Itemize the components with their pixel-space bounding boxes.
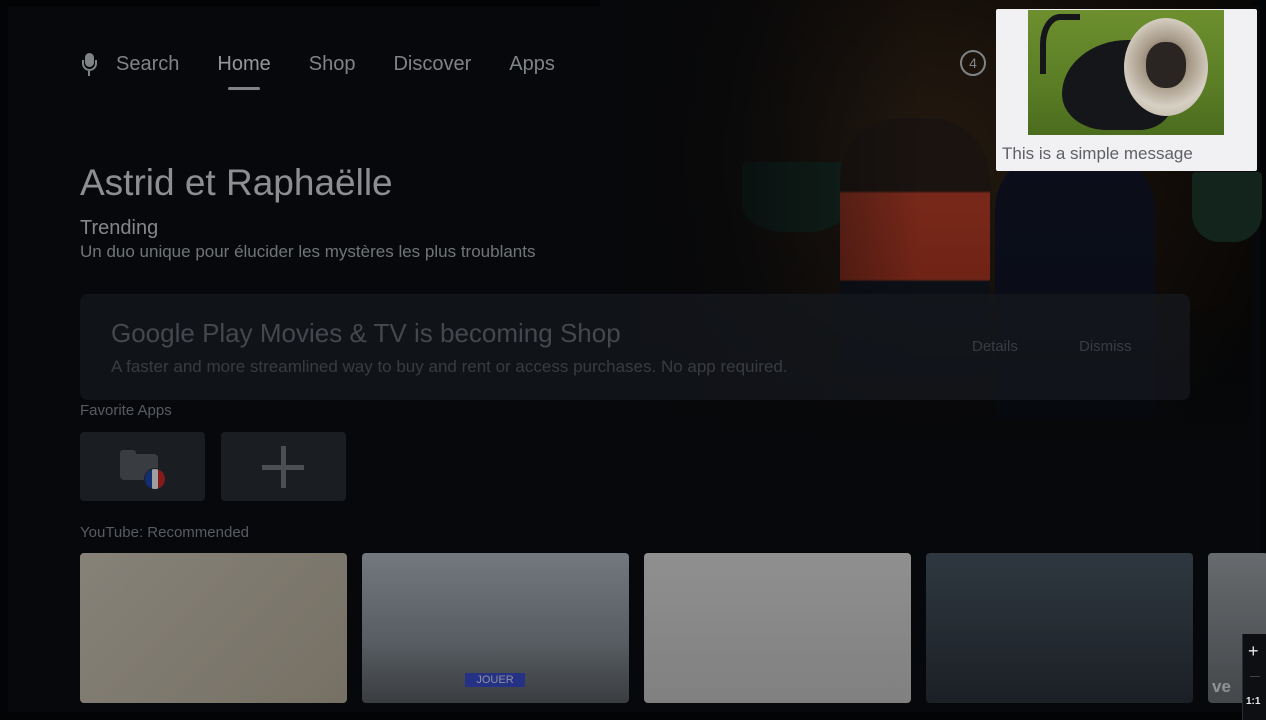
notification-badge[interactable]: 4 <box>960 50 986 76</box>
video-thumbnail-3[interactable] <box>644 553 911 703</box>
zoom-divider <box>1250 676 1260 677</box>
zoom-control: + 1:1 <box>1242 634 1266 720</box>
microphone-icon[interactable] <box>80 51 98 77</box>
lamp-right <box>1192 172 1262 242</box>
toast-image <box>1028 10 1224 135</box>
toast-message: This is a simple message <box>1002 144 1193 163</box>
top-nav: Search Home Shop Discover Apps <box>80 44 593 90</box>
video-thumbnail-2[interactable]: JOUER <box>362 553 629 703</box>
zoom-ratio-button[interactable]: 1:1 <box>1246 696 1260 707</box>
promo-banner: Google Play Movies & TV is becoming Shop… <box>80 294 1190 400</box>
flag-blue-band <box>145 469 152 489</box>
jouer-badge: JOUER <box>465 673 525 687</box>
app-tile-files[interactable] <box>80 432 205 501</box>
promo-title: Google Play Movies & TV is becoming Shop <box>111 318 621 348</box>
french-flag-icon <box>144 468 166 490</box>
nav-search[interactable]: Search <box>116 53 179 76</box>
add-app-button[interactable] <box>221 432 346 501</box>
dismiss-button[interactable]: Dismiss <box>1079 338 1132 355</box>
zoom-in-button[interactable]: + <box>1248 642 1259 660</box>
nav-apps[interactable]: Apps <box>509 53 555 76</box>
youtube-recommended-label: YouTube: Recommended <box>80 524 249 541</box>
tv-screen: Search Home Shop Discover Apps 4 Astrid … <box>0 0 1266 720</box>
flag-red-band <box>158 469 165 489</box>
hero-subtitle: Trending <box>80 217 159 239</box>
toast-notification[interactable]: This is a simple message <box>996 9 1257 171</box>
promo-text: A faster and more streamlined way to buy… <box>111 357 788 376</box>
nav-discover[interactable]: Discover <box>393 53 471 76</box>
favorite-apps-label: Favorite Apps <box>80 402 172 419</box>
details-button[interactable]: Details <box>972 338 1018 355</box>
monkey-face <box>1146 42 1186 88</box>
nav-shop[interactable]: Shop <box>309 53 356 76</box>
video-thumbnail-4[interactable] <box>926 553 1193 703</box>
thumbnail-5-text: ve <box>1212 677 1231 696</box>
flag-white-band <box>151 469 159 489</box>
hero-description: Un duo unique pour élucider les mystères… <box>80 242 536 261</box>
nav-home[interactable]: Home <box>217 53 271 90</box>
plus-icon <box>262 446 304 488</box>
video-thumbnail-1[interactable] <box>80 553 347 703</box>
hero-title: Astrid et Raphaëlle <box>80 162 393 203</box>
